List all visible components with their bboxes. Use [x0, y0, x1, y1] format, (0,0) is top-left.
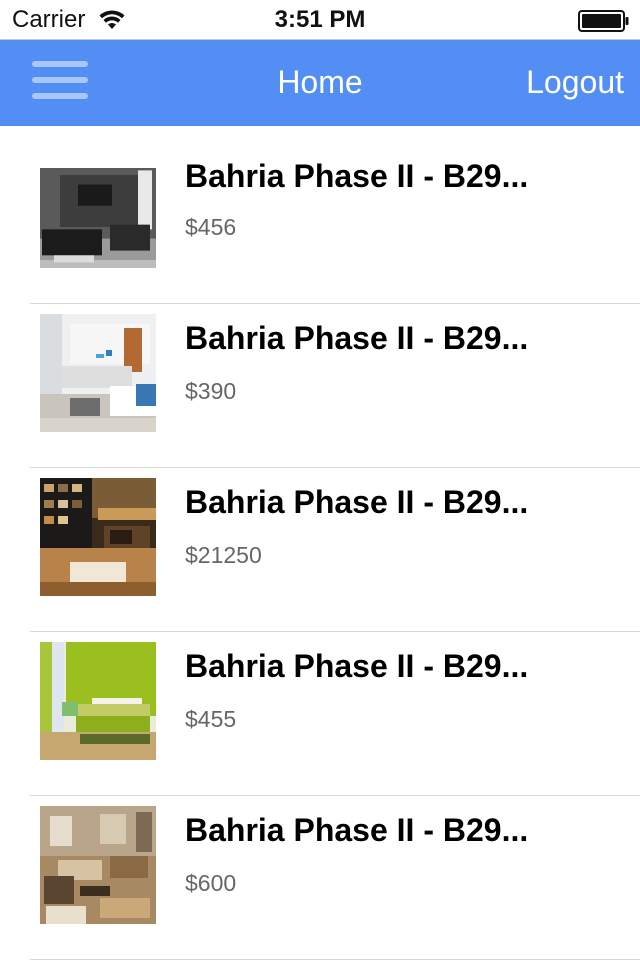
listing-price: $455	[185, 706, 237, 732]
listing-list[interactable]: Bahria Phase II - B29... $456 Bahria Pha…	[0, 126, 640, 960]
listing-price: $600	[185, 870, 237, 896]
listing-price: $390	[185, 378, 237, 404]
living-room-photo	[40, 168, 156, 268]
status-bar: Carrier 3:51 PM	[0, 0, 640, 40]
listing-row[interactable]: Bahria Phase II - B29... $455	[0, 632, 640, 796]
listing-price: $456	[185, 214, 237, 240]
listing-title: Bahria Phase II - B29...	[185, 812, 529, 848]
listing-row[interactable]: Bahria Phase II - B29... $390	[0, 304, 640, 468]
bedroom-kitchen-photo	[40, 314, 156, 432]
green-bedroom-photo	[40, 642, 156, 760]
logout-button[interactable]: Logout	[526, 64, 624, 101]
listing-title: Bahria Phase II - B29...	[185, 648, 529, 684]
lounge-dining-photo	[40, 806, 156, 924]
listing-title: Bahria Phase II - B29...	[185, 484, 529, 520]
battery-icon	[578, 10, 629, 32]
navigation-bar: Home Logout	[0, 40, 640, 126]
listing-title: Bahria Phase II - B29...	[185, 320, 529, 356]
listing-price: $21250	[185, 542, 262, 568]
loft-stair-photo	[40, 478, 156, 596]
clock: 3:51 PM	[274, 6, 366, 33]
listing-row[interactable]: Bahria Phase II - B29... $600	[0, 796, 640, 960]
listing-title: Bahria Phase II - B29...	[185, 158, 529, 194]
listing-row[interactable]: Bahria Phase II - B29... $21250	[0, 468, 640, 632]
listing-row[interactable]: Bahria Phase II - B29... $456	[0, 140, 640, 304]
